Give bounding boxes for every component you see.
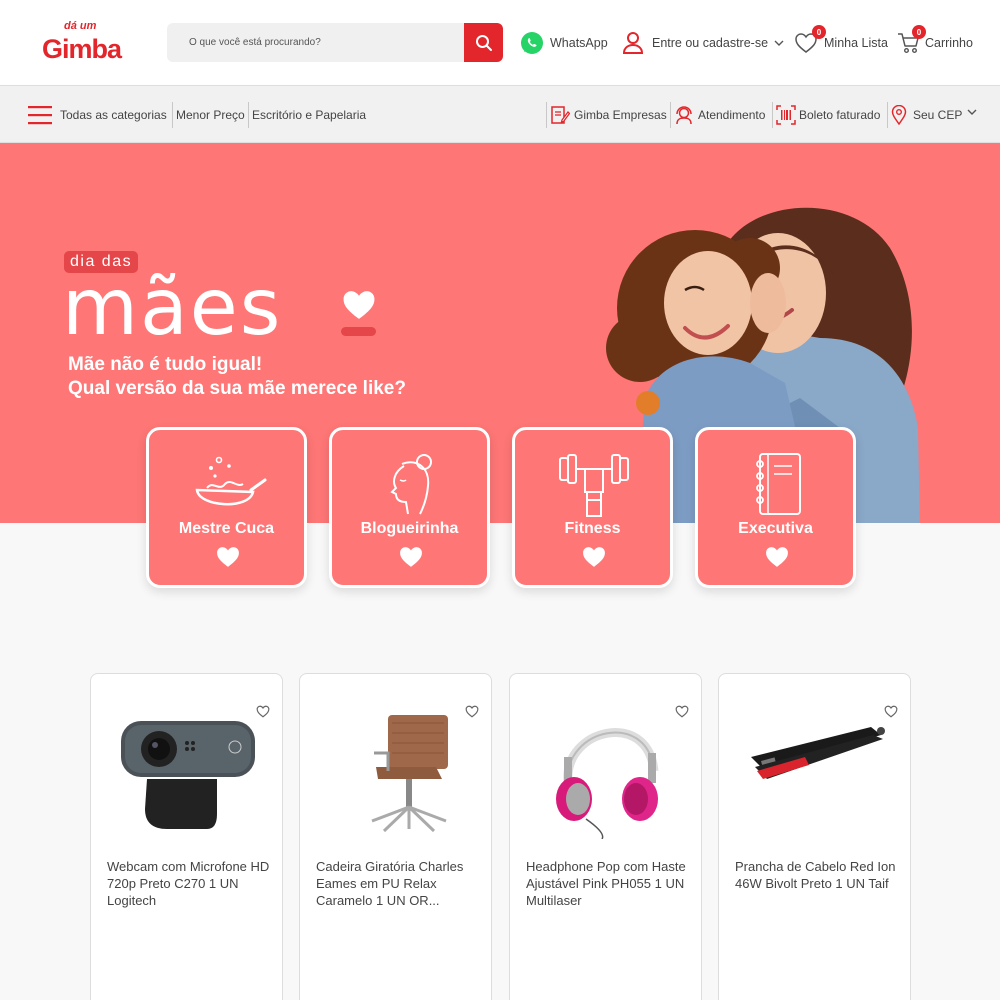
- nav-divider: [772, 102, 773, 128]
- nav-support-label: Atendimento: [698, 108, 766, 122]
- heart-icon: [343, 291, 375, 319]
- category-label: Fitness: [564, 520, 621, 537]
- headphone-product-image: [556, 728, 659, 839]
- woman-profile-icon: [390, 454, 432, 515]
- hero-subtitle-line1: Mãe não é tudo igual!: [68, 354, 263, 375]
- product-card[interactable]: Headphone Pop com Haste Ajustável Pink P…: [509, 673, 702, 1000]
- site-header: dá um Gimba WhatsApp Entre ou cadastre-s…: [0, 0, 1000, 86]
- cart-link[interactable]: Carrinho 0: [897, 25, 973, 56]
- nav-invoice[interactable]: Boleto faturado: [776, 104, 880, 126]
- account-menu[interactable]: Entre ou cadastre-se: [622, 30, 791, 56]
- nav-divider: [546, 102, 547, 128]
- wishlist-label: Minha Lista: [824, 36, 888, 50]
- category-card-blogueirinha[interactable]: Blogueirinha: [329, 427, 490, 588]
- hero-underline-decoration: [341, 327, 376, 336]
- hair-straightener-product-image: [751, 727, 885, 779]
- category-label: Blogueirinha: [360, 520, 459, 537]
- account-label: Entre ou cadastre-se: [652, 36, 769, 50]
- chevron-down-icon: [774, 40, 784, 46]
- product-name[interactable]: Prancha de Cabelo Red Ion 46W Bivolt Pre…: [735, 858, 900, 892]
- search-button[interactable]: [464, 23, 503, 62]
- whatsapp-label: WhatsApp: [550, 36, 608, 50]
- nav-divider: [887, 102, 888, 128]
- location-pin-icon: [891, 105, 907, 125]
- zip-code-selector[interactable]: Seu CEP: [891, 104, 978, 126]
- all-categories-menu[interactable]: Todas as categorias: [28, 104, 167, 126]
- product-name[interactable]: Cadeira Giratória Charles Eames em PU Re…: [316, 858, 481, 909]
- edit-document-icon: [551, 106, 570, 124]
- category-card-mestre-cuca[interactable]: Mestre Cuca: [146, 427, 307, 588]
- product-card[interactable]: Webcam com Microfone HD 720p Preto C270 …: [90, 673, 283, 1000]
- hero-title: mães: [62, 263, 283, 353]
- webcam-product-image: [121, 721, 255, 829]
- all-categories-label: Todas as categorias: [60, 108, 167, 122]
- nav-lowest-price-label: Menor Preço: [176, 108, 245, 122]
- wishlist-link[interactable]: Minha Lista 0: [794, 25, 888, 56]
- nav-divider: [248, 102, 249, 128]
- wok-icon: [195, 456, 267, 506]
- wishlist-count-badge: 0: [812, 25, 826, 39]
- notebook-icon: [756, 453, 801, 515]
- chevron-down-icon: [967, 109, 977, 115]
- product-name[interactable]: Webcam com Microfone HD 720p Preto C270 …: [107, 858, 272, 909]
- heart-like-icon[interactable]: [580, 545, 608, 569]
- zip-label: Seu CEP: [913, 108, 963, 122]
- category-nav: Todas as categorias Menor Preço Escritór…: [0, 86, 1000, 143]
- nav-business-label: Gimba Empresas: [574, 108, 667, 122]
- category-card-executiva[interactable]: Executiva: [695, 427, 856, 588]
- office-chair-product-image: [371, 715, 448, 833]
- dumbbell-icon: [559, 454, 629, 517]
- nav-divider: [670, 102, 671, 128]
- search-icon: [475, 34, 492, 51]
- nav-office[interactable]: Escritório e Papelaria: [252, 104, 366, 126]
- whatsapp-icon: [521, 32, 543, 54]
- barcode-icon: [776, 105, 796, 125]
- search-bar: [167, 23, 503, 62]
- nav-lowest-price[interactable]: Menor Preço: [176, 104, 245, 126]
- headset-agent-icon: [676, 106, 692, 125]
- nav-divider: [172, 102, 173, 128]
- category-label: Executiva: [738, 520, 813, 537]
- heart-like-icon[interactable]: [763, 545, 791, 569]
- logo-tagline: dá um: [64, 20, 97, 32]
- nav-invoice-label: Boleto faturado: [799, 108, 881, 122]
- heart-like-icon[interactable]: [397, 545, 425, 569]
- hamburger-icon: [28, 106, 52, 125]
- category-card-fitness[interactable]: Fitness: [512, 427, 673, 588]
- search-input[interactable]: [167, 23, 463, 62]
- cart-label: Carrinho: [925, 36, 973, 50]
- product-card[interactable]: Cadeira Giratória Charles Eames em PU Re…: [299, 673, 492, 1000]
- hero-subtitle-line2: Qual versão da sua mãe merece like?: [68, 378, 406, 399]
- gimba-logo[interactable]: dá um Gimba: [42, 20, 132, 66]
- nav-office-label: Escritório e Papelaria: [252, 108, 367, 122]
- product-card[interactable]: Prancha de Cabelo Red Ion 46W Bivolt Pre…: [718, 673, 911, 1000]
- logo-wordmark: Gimba: [42, 34, 122, 64]
- nav-business[interactable]: Gimba Empresas: [550, 104, 667, 126]
- hero-subtitle: Mãe não é tudo igual! Qual versão da sua…: [68, 353, 406, 401]
- user-icon: [622, 32, 644, 54]
- heart-like-icon[interactable]: [214, 545, 242, 569]
- product-name[interactable]: Headphone Pop com Haste Ajustável Pink P…: [526, 858, 691, 909]
- nav-support[interactable]: Atendimento: [674, 104, 765, 126]
- cart-count-badge: 0: [912, 25, 926, 39]
- category-label: Mestre Cuca: [178, 520, 275, 537]
- whatsapp-link[interactable]: WhatsApp: [520, 30, 608, 56]
